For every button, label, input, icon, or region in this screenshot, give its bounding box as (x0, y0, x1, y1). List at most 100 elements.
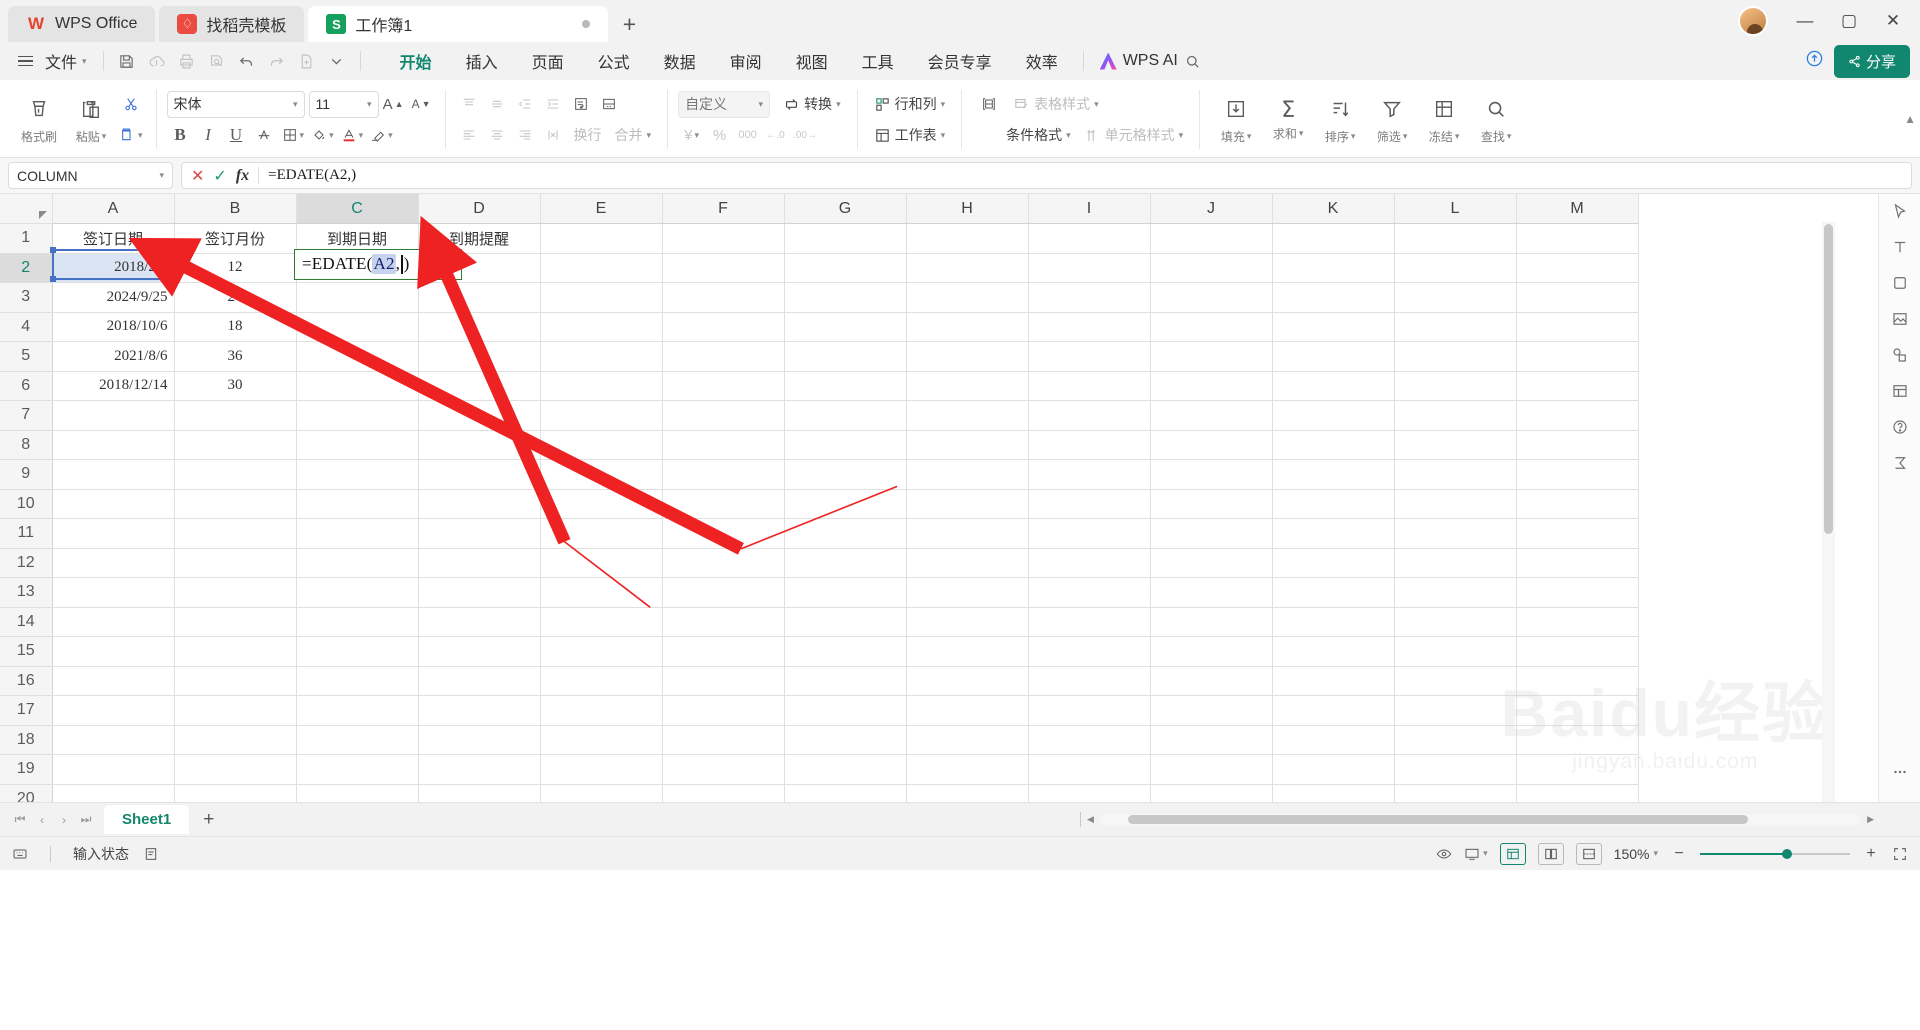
number-format-select[interactable]: 自定义 ▾ (678, 90, 771, 118)
cell-H2[interactable] (906, 253, 1029, 283)
column-header-H[interactable]: H (906, 194, 1029, 224)
cell-L15[interactable] (1394, 636, 1517, 667)
cell-K15[interactable] (1272, 636, 1395, 667)
ribbon-tab-formula[interactable]: 公式 (581, 43, 647, 79)
page-break-view-button[interactable] (1575, 842, 1602, 865)
help-icon[interactable] (1891, 418, 1909, 441)
cell-A9[interactable] (52, 459, 175, 490)
fx-icon[interactable]: fx (236, 167, 249, 185)
cell-G17[interactable] (784, 695, 907, 726)
cell-E17[interactable] (540, 695, 663, 726)
cell-I14[interactable] (1028, 607, 1151, 637)
column-header-I[interactable]: I (1028, 194, 1151, 224)
cell-J20[interactable] (1150, 784, 1273, 802)
undo-icon[interactable] (232, 47, 262, 75)
cell-J11[interactable] (1150, 518, 1273, 549)
cell-E19[interactable] (540, 754, 663, 785)
cell-D9[interactable] (418, 459, 541, 490)
cell-C12[interactable] (296, 548, 419, 578)
cell-J18[interactable] (1150, 725, 1273, 755)
row-header-16[interactable]: 16 (0, 666, 53, 696)
cell-L2[interactable] (1394, 253, 1517, 283)
cell-E11[interactable] (540, 518, 663, 549)
font-family-select[interactable]: 宋体 ▾ (166, 90, 305, 118)
cell-F18[interactable] (662, 725, 785, 755)
cell-I3[interactable] (1028, 282, 1151, 313)
cell-F20[interactable] (662, 784, 785, 802)
cell-I20[interactable] (1028, 784, 1151, 802)
cell-M2[interactable] (1516, 253, 1639, 283)
cell-F14[interactable] (662, 607, 785, 637)
ribbon-tab-insert[interactable]: 插入 (449, 43, 515, 79)
row-header-10[interactable]: 10 (0, 489, 53, 519)
ribbon-tab-data[interactable]: 数据 (647, 43, 713, 79)
cell-C13[interactable] (296, 577, 419, 608)
cell-H9[interactable] (906, 459, 1029, 490)
cell-G6[interactable] (784, 371, 907, 401)
cell-D11[interactable] (418, 518, 541, 549)
scroll-left-icon[interactable]: ◀ (1087, 814, 1094, 825)
cell-B17[interactable] (174, 695, 297, 726)
cell-G7[interactable] (784, 400, 907, 431)
app-tab-docer[interactable]: ♢ 找稻壳模板 (159, 6, 305, 42)
cell-L3[interactable] (1394, 282, 1517, 313)
cell-L18[interactable] (1394, 725, 1517, 755)
cell-D13[interactable] (418, 577, 541, 608)
cell-L20[interactable] (1394, 784, 1517, 802)
cell-M4[interactable] (1516, 312, 1639, 342)
cell-E5[interactable] (540, 341, 663, 372)
normal-view-button[interactable] (1499, 842, 1526, 865)
cell-A11[interactable] (52, 518, 175, 549)
cell-D10[interactable] (418, 489, 541, 519)
increase-decimal-button[interactable]: .00→ (790, 122, 820, 149)
cell-B13[interactable] (174, 577, 297, 608)
cell-J10[interactable] (1150, 489, 1273, 519)
cell-I10[interactable] (1028, 489, 1151, 519)
horizontal-scroll-thumb[interactable] (1127, 814, 1748, 824)
cell-H14[interactable] (906, 607, 1029, 637)
cell-G1[interactable] (784, 223, 907, 254)
cell-F12[interactable] (662, 548, 785, 578)
cell-F4[interactable] (662, 312, 785, 342)
file-menu-button[interactable]: 文件 ▾ (10, 45, 95, 77)
cell-J16[interactable] (1150, 666, 1273, 696)
column-header-L[interactable]: L (1394, 194, 1517, 224)
horizontal-scrollbar[interactable] (1099, 813, 1862, 825)
cell-E14[interactable] (540, 607, 663, 637)
row-header-15[interactable]: 15 (0, 636, 53, 667)
column-header-C[interactable]: C (296, 194, 419, 224)
cell-J3[interactable] (1150, 282, 1273, 313)
cell-L8[interactable] (1394, 430, 1517, 460)
cell-A19[interactable] (52, 754, 175, 785)
cell-G19[interactable] (784, 754, 907, 785)
print-icon[interactable] (172, 47, 202, 75)
cell-I18[interactable] (1028, 725, 1151, 755)
cell-M12[interactable] (1516, 548, 1639, 578)
table-tool-icon[interactable] (1891, 382, 1909, 405)
cell-F1[interactable] (662, 223, 785, 254)
cell-M9[interactable] (1516, 459, 1639, 490)
cell-E7[interactable] (540, 400, 663, 431)
cancel-icon[interactable]: ✕ (191, 166, 204, 186)
cell-G20[interactable] (784, 784, 907, 802)
cell-K14[interactable] (1272, 607, 1395, 637)
cell-K19[interactable] (1272, 754, 1395, 785)
cell-K18[interactable] (1272, 725, 1395, 755)
cell-F2[interactable] (662, 253, 785, 283)
cell-A5[interactable]: 2021/8/6 (52, 341, 175, 372)
cell-M19[interactable] (1516, 754, 1639, 785)
zoom-out-button[interactable]: − (1670, 845, 1688, 863)
cell-E6[interactable] (540, 371, 663, 401)
format-painter-button[interactable]: 格式刷 (13, 82, 65, 157)
cell-F11[interactable] (662, 518, 785, 549)
column-header-F[interactable]: F (662, 194, 785, 224)
cell-C15[interactable] (296, 636, 419, 667)
cell-H12[interactable] (906, 548, 1029, 578)
cell-B12[interactable] (174, 548, 297, 578)
cell-H10[interactable] (906, 489, 1029, 519)
cell-L13[interactable] (1394, 577, 1517, 608)
column-header-A[interactable]: A (52, 194, 175, 224)
ribbon-tab-member[interactable]: 会员专享 (911, 43, 1009, 79)
cell-I4[interactable] (1028, 312, 1151, 342)
cell-I5[interactable] (1028, 341, 1151, 372)
